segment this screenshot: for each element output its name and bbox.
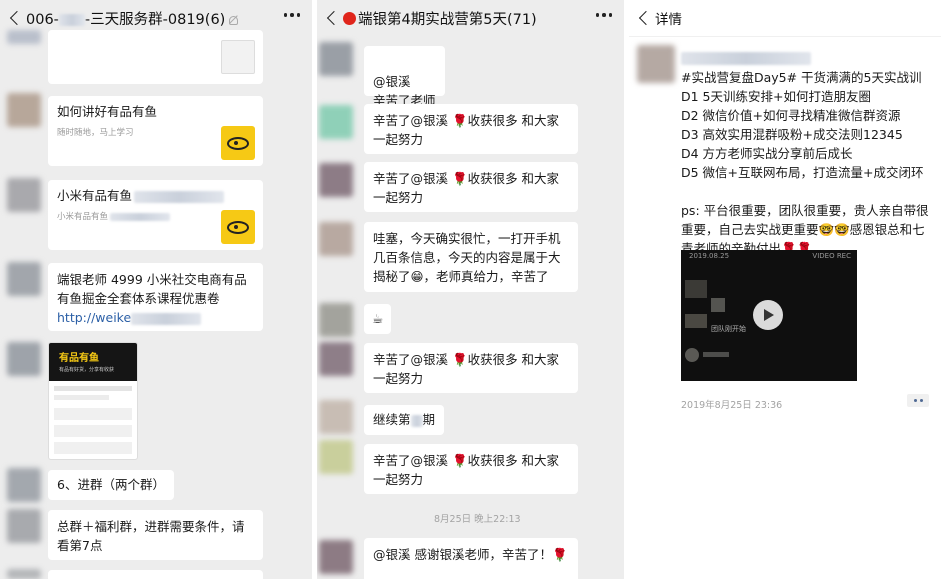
post-text: #实战营复盘Day5# 干货满满的5天实战训 D1 5天训练安排+如何打造朋友圈… <box>681 70 929 256</box>
detail-header: 详情 <box>629 0 941 37</box>
message-bubble: @银溪 辛苦了老师 <box>364 46 445 108</box>
post-timestamp: 2019年8月25日 23:36 <box>681 400 783 411</box>
chat-timestamp: 8月25日 晚上22:13 <box>434 514 521 525</box>
back-icon[interactable] <box>317 0 343 37</box>
moments-detail-panel: 详情 #实战营复盘Day5# 干货满满的5天实战训 D1 5天训练安排+如何打造… <box>629 0 941 579</box>
message-bubble: 总群＋福利群，进群需要条件，请看第7点 <box>48 510 263 560</box>
avatar[interactable] <box>7 468 41 502</box>
avatar[interactable] <box>7 342 41 376</box>
link-card[interactable]: 如何讲好有品有鱼 随时随地，马上学习 <box>48 96 263 166</box>
avatar[interactable] <box>319 342 353 376</box>
message-bubble <box>48 570 263 579</box>
chat-title: 端银第4期实战营第5天(71) <box>343 8 537 29</box>
avatar[interactable] <box>319 400 353 434</box>
card-title: 如何讲好有品有鱼 <box>57 104 158 119</box>
more-options-icon[interactable] <box>595 13 612 17</box>
avatar[interactable] <box>7 569 41 579</box>
avatar[interactable] <box>319 105 353 139</box>
thumbnail-image <box>221 40 255 74</box>
link-card[interactable]: 小米有品有鱼 小米有品有鱼 <box>48 180 263 250</box>
message-text: @银溪 辛苦了老师 <box>373 74 436 108</box>
link-card[interactable] <box>48 30 263 84</box>
rose-icon: 🌹 <box>451 352 468 367</box>
avatar[interactable] <box>319 42 353 76</box>
chat-panel-service-group: 006- -三天服务群-0819(6) 如何讲好有品有鱼 随时随地，马上学习 小米… <box>0 0 312 579</box>
back-icon[interactable] <box>629 0 655 37</box>
avatar[interactable] <box>7 93 41 127</box>
message-bubble: 辛苦了@银溪 🌹收获很多 和大家一起努力 <box>364 162 578 212</box>
message-bubble: 辛苦了@银溪 🌹收获很多 和大家一起努力 <box>364 104 578 154</box>
page-title: 详情 <box>655 12 682 28</box>
avatar[interactable] <box>637 45 675 83</box>
message-bubble: 辛苦了@银溪 🌹收获很多 和大家一起努力 <box>364 343 578 393</box>
rose-icon: 🌹 <box>551 547 568 562</box>
author-name[interactable] <box>681 48 811 67</box>
avatar[interactable] <box>7 178 41 212</box>
message-bubble: @银溪 感谢银溪老师，辛苦了！🌹 <box>364 538 578 579</box>
message-text: 总群＋福利群，进群需要条件，请看第7点 <box>57 519 245 553</box>
comment-options-icon[interactable] <box>907 394 929 407</box>
chat-panel-training-camp: 端银第4期实战营第5天(71) @银溪 辛苦了老师 辛苦了@银溪 🌹收获很多 和… <box>317 0 624 579</box>
avatar[interactable] <box>319 540 353 574</box>
smile-emoji-icon: 🤓🤓 <box>818 222 850 237</box>
coffee-icon: ☕ <box>372 311 384 326</box>
avatar[interactable] <box>319 440 353 474</box>
avatar[interactable] <box>7 30 41 44</box>
avatar[interactable] <box>319 222 353 256</box>
youpin-fish-icon <box>221 126 255 160</box>
image-banner: 有品有鱼 有品有好货，分享有收获 <box>49 343 137 381</box>
message-bubble: 哇塞，今天确实很忙，一打开手机几百条信息，今天的内容是属于大揭秘了😁，老师真给力… <box>364 222 578 292</box>
chat-title: 006- -三天服务群-0819(6) <box>26 8 239 29</box>
mute-icon <box>228 15 239 25</box>
message-text: 6、进群（两个群） <box>57 477 165 492</box>
video-thumbnail[interactable]: 2019.08.25 VIDEO REC 团队刚开始 <box>681 250 857 381</box>
avatar[interactable] <box>7 262 41 296</box>
avatar[interactable] <box>7 509 41 543</box>
image-message[interactable]: 有品有鱼 有品有好货，分享有收获 <box>48 342 138 460</box>
rose-icon: 🌹 <box>451 171 468 186</box>
red-dot-icon <box>343 12 356 25</box>
chat-header: 端银第4期实战营第5天(71) <box>317 0 624 37</box>
avatar[interactable] <box>319 303 353 337</box>
youpin-fish-icon <box>221 210 255 244</box>
message-text: 端银老师 4999 小米社交电商有品有鱼掘金全套体系课程优惠卷 <box>57 272 247 306</box>
rose-icon: 🌹 <box>451 113 468 128</box>
rose-icon: 🌹 <box>451 453 468 468</box>
message-bubble: 6、进群（两个群） <box>48 470 174 500</box>
message-bubble: 端银老师 4999 小米社交电商有品有鱼掘金全套体系课程优惠卷 http://w… <box>48 263 263 331</box>
avatar[interactable] <box>319 163 353 197</box>
message-bubble: 辛苦了@银溪 🌹收获很多 和大家一起努力 <box>364 444 578 494</box>
play-icon[interactable] <box>753 300 783 330</box>
more-options-icon[interactable] <box>283 13 300 17</box>
message-bubble: 继续第期 <box>364 405 445 435</box>
grin-emoji-icon: 😁 <box>410 269 424 284</box>
message-link[interactable]: http://weike <box>57 310 131 325</box>
message-bubble: ☕ <box>364 304 392 334</box>
card-title: 小米有品有鱼 <box>57 187 254 204</box>
